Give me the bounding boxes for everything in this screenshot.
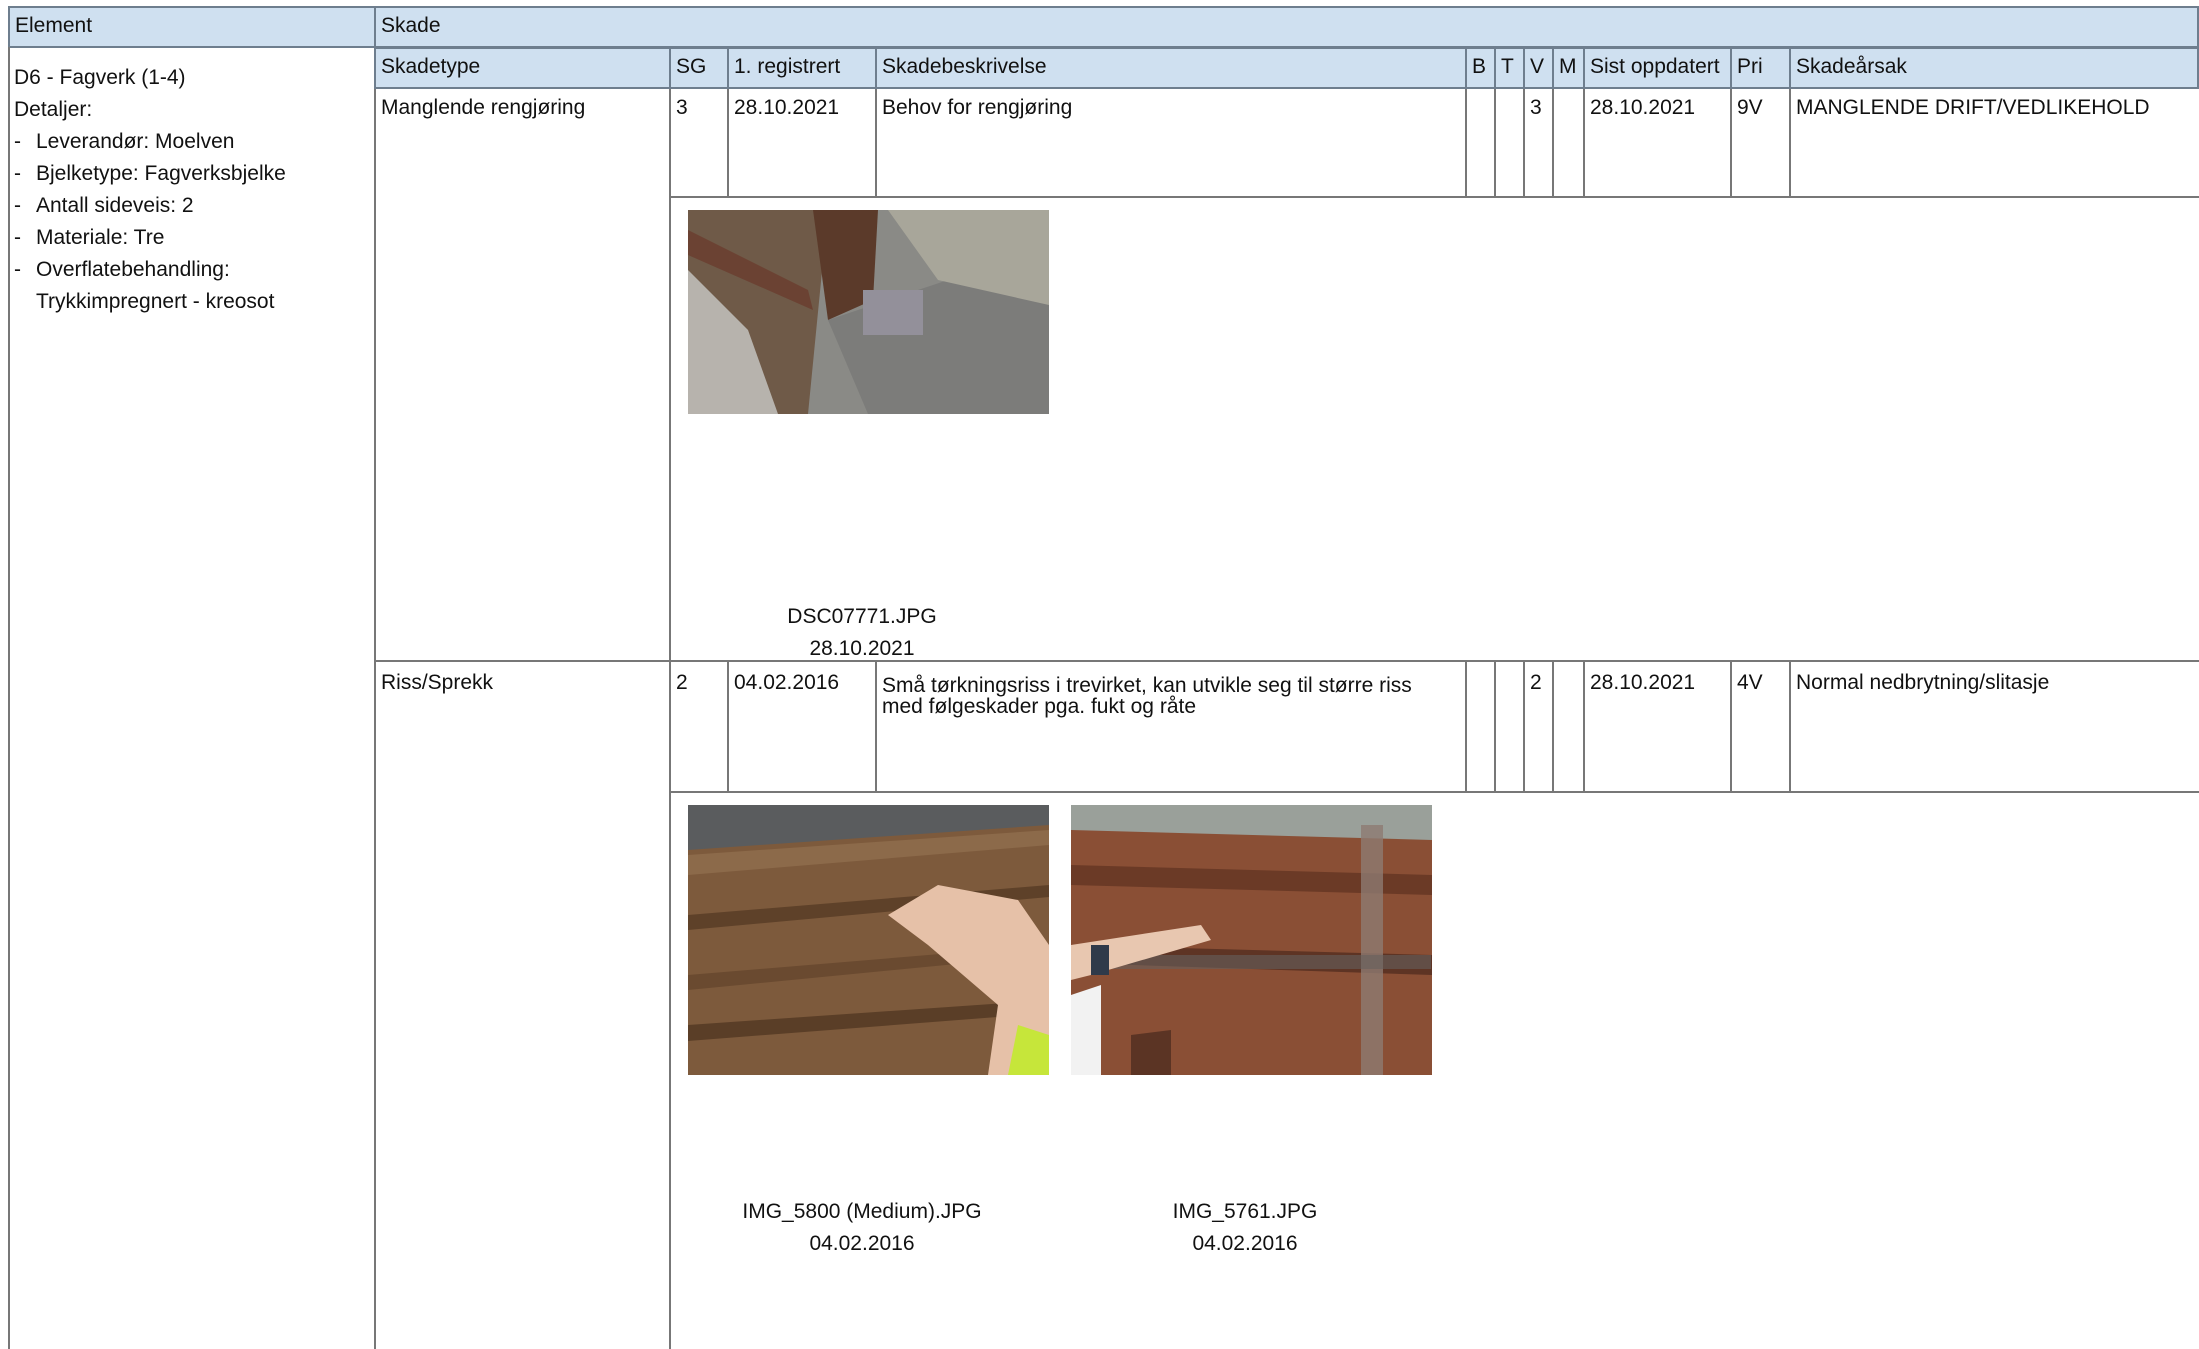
photo-filename: IMG_5800 (Medium).JPG	[742, 1200, 982, 1223]
col-sg-label: SG	[676, 55, 707, 78]
photo-image	[688, 805, 1049, 1075]
photo-image	[1071, 805, 1432, 1075]
col-arsak: Skadeårsak	[1789, 47, 2199, 89]
grid-line	[1465, 661, 1467, 792]
damage-skadetype: Manglende rengjøring	[381, 96, 586, 119]
damage-oppdatert: 28.10.2021	[1590, 671, 1696, 694]
element-header: Element	[8, 6, 376, 48]
element-detail-item: - Bjelketype: Fagverksbjelke	[14, 162, 286, 185]
damage-registrert: 04.02.2016	[734, 671, 840, 694]
damage-registrert: 28.10.2021	[734, 96, 840, 119]
grid-line	[669, 196, 2199, 198]
grid-line	[1494, 89, 1496, 197]
element-details-label: Detaljer:	[14, 98, 93, 121]
col-sg: SG	[669, 47, 729, 89]
photo-date: 28.10.2021	[809, 637, 915, 660]
col-registrert: 1. registrert	[727, 47, 877, 89]
damage-arsak: Normal nedbrytning/slitasje	[1796, 671, 2050, 694]
col-skadetype-label: Skadetype	[381, 55, 481, 78]
photo-filename: DSC07771.JPG	[787, 605, 937, 628]
damage-arsak: MANGLENDE DRIFT/VEDLIKEHOLD	[1796, 96, 2150, 119]
element-detail-text: Trykkimpregnert - kreosot	[36, 290, 275, 313]
damage-v: 3	[1530, 96, 1542, 119]
damage-pri: 9V	[1737, 96, 1763, 119]
element-cell: D6 - Fagverk (1-4) Detaljer: - Leverandør…	[14, 62, 370, 318]
damage-beskrivelse: Behov for rengjøring	[882, 96, 1073, 119]
col-registrert-label: 1. registrert	[734, 55, 841, 78]
col-b: B	[1465, 47, 1496, 89]
col-b-label: B	[1472, 55, 1487, 78]
element-detail-text: Materiale: Tre	[36, 226, 165, 249]
damage-sg: 3	[676, 96, 688, 119]
col-pri: Pri	[1730, 47, 1791, 89]
grid-line	[1494, 661, 1496, 792]
damage-photo[interactable]	[688, 805, 1049, 1075]
col-t: T	[1494, 47, 1525, 89]
element-detail-continuation: Trykkimpregnert - kreosot	[14, 286, 370, 318]
photo-caption: DSC07771.JPG 28.10.2021	[682, 601, 1042, 665]
col-v-label: V	[1530, 55, 1545, 78]
damage-m	[1554, 92, 1564, 100]
grid-line	[669, 791, 2199, 793]
col-beskrivelse: Skadebeskrivelse	[875, 47, 1467, 89]
damage-b	[1467, 92, 1477, 100]
damage-m	[1554, 667, 1564, 675]
col-oppdatert-label: Sist oppdatert	[1590, 55, 1720, 78]
col-skadetype: Skadetype	[374, 47, 671, 89]
photo-caption: IMG_5761.JPG 04.02.2016	[1065, 1196, 1425, 1260]
damage-pri: 4V	[1737, 671, 1763, 694]
damage-skadetype: Riss/Sprekk	[381, 671, 494, 694]
damage-photo[interactable]	[1071, 805, 1432, 1075]
element-detail-text: Antall sideveis: 2	[36, 194, 194, 217]
grid-line	[8, 47, 10, 1349]
element-header-label: Element	[15, 14, 93, 37]
col-beskrivelse-label: Skadebeskrivelse	[882, 55, 1047, 78]
col-t-label: T	[1501, 55, 1514, 78]
damage-oppdatert: 28.10.2021	[1590, 96, 1696, 119]
element-detail-text: Leverandør: Moelven	[36, 130, 235, 153]
element-detail-item: - Antall sideveis: 2	[14, 194, 194, 217]
grid-line	[669, 89, 671, 1349]
grid-line	[374, 660, 2199, 662]
damage-t	[1496, 92, 1506, 100]
grid-line	[374, 89, 376, 1349]
damage-t	[1496, 667, 1506, 675]
grid-line	[1465, 89, 1467, 197]
element-detail-text: Bjelketype: Fagverksbjelke	[36, 162, 286, 185]
grid-line	[1552, 89, 1554, 197]
col-arsak-label: Skadeårsak	[1796, 55, 1907, 78]
damage-b	[1467, 667, 1477, 675]
photo-date: 04.02.2016	[1192, 1232, 1298, 1255]
element-detail-item: - Leverandør: Moelven	[14, 130, 235, 153]
col-v: V	[1523, 47, 1554, 89]
col-oppdatert: Sist oppdatert	[1583, 47, 1732, 89]
photo-caption: IMG_5800 (Medium).JPG 04.02.2016	[682, 1196, 1042, 1260]
col-m: M	[1552, 47, 1585, 89]
photo-filename: IMG_5761.JPG	[1172, 1200, 1318, 1223]
col-m-label: M	[1559, 55, 1577, 78]
skade-header-label: Skade	[381, 14, 441, 37]
col-pri-label: Pri	[1737, 55, 1763, 78]
damage-photo[interactable]	[688, 210, 1049, 414]
photo-date: 04.02.2016	[809, 1232, 915, 1255]
element-detail-item: - Overflatebehandling:	[14, 258, 230, 281]
photo-image	[688, 210, 1049, 414]
element-detail-text: Overflatebehandling:	[36, 258, 230, 281]
damage-v: 2	[1530, 671, 1542, 694]
element-detail-item: - Materiale: Tre	[14, 226, 165, 249]
skade-header: Skade	[374, 6, 2199, 48]
damage-sg: 2	[676, 671, 688, 694]
element-title: D6 - Fagverk (1-4)	[14, 66, 186, 89]
grid-line	[1552, 661, 1554, 792]
damage-beskrivelse: Små tørkningsriss i trevirket, kan utvik…	[882, 674, 1412, 718]
